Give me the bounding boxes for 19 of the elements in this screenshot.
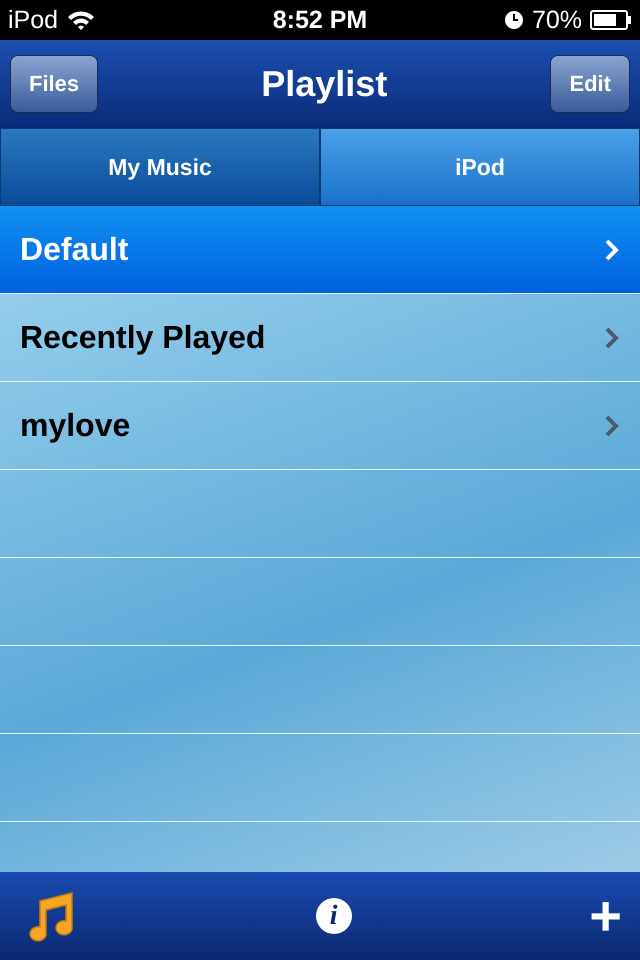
carrier-label: iPod (8, 6, 58, 34)
battery-percent: 70% (532, 6, 582, 34)
playlist-row[interactable]: mylove (0, 382, 640, 470)
page-title: Playlist (261, 63, 388, 105)
add-button[interactable]: + (589, 888, 622, 944)
playlist-row[interactable]: Default (0, 206, 640, 294)
clock-icon (504, 10, 524, 30)
clock-time: 8:52 PM (272, 6, 368, 34)
chevron-icon (604, 414, 620, 438)
battery-icon (590, 9, 632, 31)
info-button[interactable]: i (316, 898, 352, 934)
chevron-icon (604, 326, 620, 350)
playlist-row[interactable]: Recently Played (0, 294, 640, 382)
edit-button[interactable]: Edit (550, 55, 630, 113)
files-button[interactable]: Files (10, 55, 98, 113)
chevron-icon (604, 238, 620, 262)
segment-tab[interactable]: iPod (320, 128, 640, 206)
wifi-icon (66, 9, 96, 31)
segment-tab[interactable]: My Music (0, 128, 320, 206)
